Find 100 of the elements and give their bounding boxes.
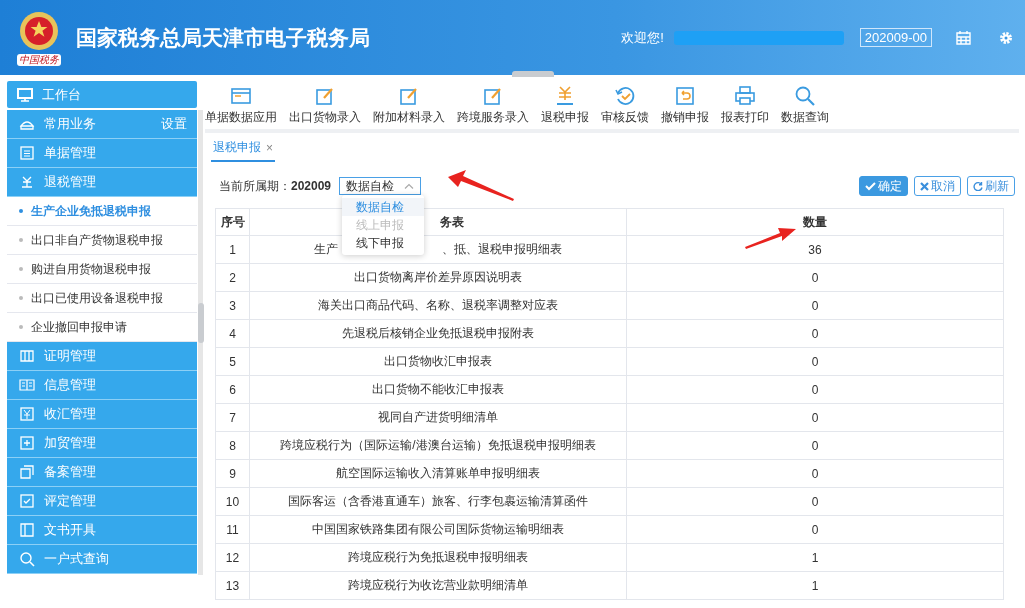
mode-select[interactable]: 数据自检 (339, 177, 422, 195)
search-icon (19, 551, 35, 567)
yen-icon (19, 174, 35, 190)
sidebar-label: 评定管理 (44, 492, 97, 510)
table-cell: 生产 (314, 242, 338, 256)
toolbar-button[interactable]: 数据查询 (781, 85, 829, 126)
toolbar-button[interactable]: 退税申报 (541, 85, 589, 126)
sidebar-item[interactable]: 文书开具 (7, 516, 197, 545)
sidebar-collapse-handle[interactable] (198, 303, 204, 343)
sidebar-label: 加贸管理 (44, 434, 97, 452)
table-cell: 0 (626, 319, 1004, 348)
period-label: 当前所属期： (219, 177, 291, 195)
sidebar-item[interactable]: 信息管理 (7, 371, 197, 400)
site-title: 国家税务总局天津市电子税务局 (76, 24, 370, 51)
sidebar-item[interactable]: 常用业务 设置 (7, 110, 197, 139)
undo-box-icon (674, 85, 696, 106)
table-cell: 海关出口商品代码、名称、退税率调整对应表 (318, 298, 558, 312)
table-cell: 0 (626, 347, 1004, 376)
settings-link[interactable]: 设置 (161, 115, 187, 133)
dropdown-option[interactable]: 数据自检 (342, 198, 424, 216)
book-icon (19, 377, 35, 393)
collapse-handle[interactable] (512, 71, 554, 77)
toolbar-button[interactable]: 审核反馈 (601, 85, 649, 126)
toolbar-button[interactable]: 单据数据应用 (205, 85, 277, 126)
table-cell: 出口货物离岸价差异原因说明表 (354, 270, 522, 284)
sidebar-label: 退税管理 (44, 173, 97, 191)
table-cell: 7 (215, 403, 250, 432)
settings-icon[interactable] (999, 30, 1013, 45)
panel-icon (19, 522, 35, 538)
check-icon (865, 181, 876, 191)
table-cell: 1 (626, 571, 1004, 600)
window-icon (230, 85, 252, 106)
monitor-icon (17, 87, 33, 102)
close-icon[interactable]: × (266, 140, 273, 155)
search-icon (794, 85, 816, 106)
sidebar-item[interactable]: 收汇管理 (7, 400, 197, 429)
emblem-icon (17, 9, 61, 53)
sidebar-label: 证明管理 (44, 347, 97, 365)
tab[interactable]: 退税申报 × (211, 139, 275, 162)
action-button[interactable]: 确定 (859, 176, 908, 196)
dropdown-option[interactable]: 线下申报 (342, 234, 424, 252)
table-cell: 视同自产进货明细清单 (378, 410, 498, 424)
table-cell: 跨境应税行为收讫营业款明细清单 (348, 578, 528, 592)
period-field[interactable]: 202009-00 (859, 28, 932, 47)
action-button[interactable]: 取消 (914, 176, 961, 196)
yen-icon (554, 85, 576, 106)
table-cell: 8 (215, 431, 250, 460)
table-cell: 6 (215, 375, 250, 404)
sidebar-item[interactable]: 评定管理 (7, 487, 197, 516)
table-cell: 13 (215, 571, 250, 600)
arrow-annotation (744, 226, 798, 250)
toolbar-button[interactable]: 报表打印 (721, 85, 769, 126)
sidebar-item[interactable]: 一户式查询 (7, 545, 197, 574)
table-cell: 0 (626, 459, 1004, 488)
welcome-text: 欢迎您! (621, 28, 664, 47)
copy-icon (19, 464, 35, 480)
table-cell: 12 (215, 543, 250, 572)
yen-icon (19, 406, 35, 422)
printer-icon (734, 85, 756, 106)
toolbar-button[interactable]: 撤销申报 (661, 85, 709, 126)
arrow-annotation (446, 168, 516, 202)
table-cell: 中国国家铁路集团有限公司国际货物运输明细表 (312, 522, 564, 536)
sidebar-label: 常用业务 (44, 115, 97, 133)
table-cell: 3 (215, 291, 250, 320)
table-cell: 1 (626, 543, 1004, 572)
table-cell: 出口货物不能收汇申报表 (372, 382, 504, 396)
table-cell: 5 (215, 347, 250, 376)
sidebar-item[interactable]: 加贸管理 (7, 429, 197, 458)
sidebar-label: 信息管理 (44, 376, 97, 394)
plus-box-icon (19, 435, 35, 451)
sidebar-item[interactable]: 备案管理 (7, 458, 197, 487)
sidebar-label: 备案管理 (44, 463, 97, 481)
sidebar-item[interactable]: 单据管理 (7, 139, 197, 168)
column-header: 数量 (626, 208, 1004, 236)
workbench-item[interactable]: 工作台 (7, 81, 197, 108)
table-cell: 11 (215, 515, 250, 544)
sidebar-item[interactable]: 证明管理 (7, 342, 197, 371)
table-cell: 0 (626, 487, 1004, 516)
refresh-icon (973, 181, 983, 191)
refresh-check-icon (614, 85, 636, 106)
sidebar-item[interactable]: 退税管理 (7, 168, 197, 197)
logo-caption: 中国税务 (17, 54, 61, 66)
check-box-icon (19, 493, 35, 509)
table-cell: 0 (626, 291, 1004, 320)
table-cell: 、抵、退税申报明细表 (442, 242, 562, 256)
toolbar-button[interactable]: 出口货物录入 (289, 85, 361, 126)
column-header: 序号 (215, 208, 250, 236)
table-cell: 0 (626, 263, 1004, 292)
sidebar-label: 收汇管理 (44, 405, 97, 423)
table-cell: 国际客运（含香港直通车）旅客、行李包裹运输清算函件 (288, 494, 588, 508)
sidebar-label: 单据管理 (44, 144, 97, 162)
table-cell: 跨境应税行为（国际运输/港澳台运输）免抵退税申报明细表 (280, 438, 596, 452)
period-value: 202009 (291, 179, 332, 193)
table-cell: 4 (215, 319, 250, 348)
calendar-icon[interactable] (956, 30, 971, 45)
toolbar-button[interactable]: 附加材料录入 (373, 85, 445, 126)
table-cell: 1 (215, 235, 250, 264)
toolbar-button[interactable]: 跨境服务录入 (457, 85, 529, 126)
close-icon (920, 181, 929, 191)
action-button[interactable]: 刷新 (967, 176, 1015, 196)
